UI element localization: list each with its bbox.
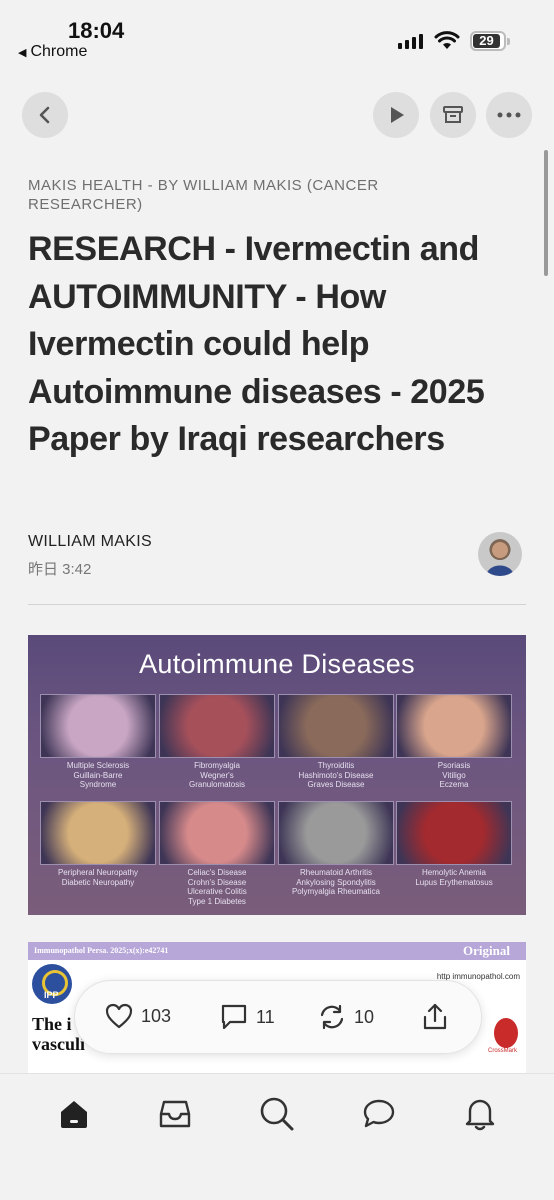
battery-icon: 29 bbox=[470, 31, 510, 51]
search-icon bbox=[260, 1097, 294, 1131]
status-time: 18:04 bbox=[68, 18, 125, 43]
disease-caption: Celiac's Disease Crohn's Disease Ulcerat… bbox=[187, 868, 247, 906]
divider bbox=[28, 604, 526, 605]
tab-search[interactable] bbox=[255, 1092, 299, 1136]
back-icon bbox=[39, 106, 50, 124]
like-button[interactable]: 103 bbox=[105, 1003, 171, 1029]
disease-tile bbox=[278, 801, 394, 865]
disease-caption: Rheumatoid Arthritis Ankylosing Spondyli… bbox=[291, 868, 381, 896]
tab-chat[interactable] bbox=[357, 1092, 401, 1136]
publication-name[interactable]: MAKIS HEALTH - BY WILLIAM MAKIS (CANCER … bbox=[28, 176, 468, 214]
autoimmune-diseases-image[interactable]: Autoimmune Diseases Multiple Sclerosis G… bbox=[28, 635, 526, 915]
more-icon bbox=[497, 112, 521, 118]
avatar[interactable] bbox=[478, 532, 522, 576]
disease-caption: Multiple Sclerosis Guillain-Barre Syndro… bbox=[66, 761, 130, 789]
disease-tile bbox=[159, 801, 275, 865]
disease-caption: Fibromyalgia Wegner's Granulomatosis bbox=[188, 761, 246, 789]
back-to-app-link[interactable]: ◀ Chrome bbox=[18, 43, 87, 61]
disease-tile bbox=[396, 801, 512, 865]
post-date: 昨日 3:42 bbox=[28, 561, 92, 578]
scrollbar[interactable] bbox=[544, 150, 548, 276]
tab-bar bbox=[0, 1073, 554, 1200]
journal-citation: Immunopathol Persa. 2025;x(x):e42741 bbox=[34, 946, 169, 955]
article-type-label: Original bbox=[463, 943, 510, 958]
comment-count: 11 bbox=[256, 1006, 275, 1027]
journal-logo-text: IPP bbox=[44, 990, 59, 1000]
signal-icon bbox=[398, 34, 423, 49]
disease-caption: Thyroiditis Hashimoto's Disease Graves D… bbox=[298, 761, 374, 789]
crossmark-logo bbox=[494, 1018, 518, 1048]
share-icon bbox=[423, 1003, 447, 1030]
author-name[interactable]: WILLIAM MAKIS bbox=[28, 533, 152, 551]
tab-home[interactable] bbox=[52, 1092, 96, 1136]
restack-count: 10 bbox=[354, 1006, 375, 1027]
disease-tile bbox=[40, 694, 156, 758]
disease-caption: Psoriasis Vitiligo Eczema bbox=[437, 761, 471, 789]
disease-tile bbox=[40, 801, 156, 865]
bell-icon bbox=[465, 1099, 495, 1131]
image-title: Autoimmune Diseases bbox=[139, 649, 415, 679]
disease-tile bbox=[396, 694, 512, 758]
inbox-icon bbox=[159, 1100, 191, 1128]
battery-level: 29 bbox=[473, 34, 500, 48]
back-app-label: Chrome bbox=[30, 43, 88, 60]
back-triangle-icon: ◀ bbox=[18, 46, 27, 59]
disease-tile bbox=[159, 694, 275, 758]
back-button[interactable] bbox=[22, 92, 68, 138]
play-button[interactable] bbox=[373, 92, 419, 138]
comment-icon bbox=[221, 1004, 247, 1030]
restack-button[interactable]: 10 bbox=[318, 1003, 374, 1031]
play-icon bbox=[391, 107, 404, 123]
share-button[interactable] bbox=[422, 1003, 448, 1031]
reaction-bar: 103 11 10 bbox=[74, 980, 482, 1054]
comment-button[interactable]: 11 bbox=[220, 1003, 275, 1031]
disease-tile bbox=[278, 694, 394, 758]
more-button[interactable] bbox=[486, 92, 532, 138]
archive-button[interactable] bbox=[430, 92, 476, 138]
tab-inbox[interactable] bbox=[153, 1092, 197, 1136]
disease-caption: Hemolytic Anemia Lupus Erythematosus bbox=[415, 868, 493, 887]
crossmark-label: CrossMark bbox=[488, 1048, 518, 1054]
heart-icon bbox=[105, 1003, 133, 1029]
tab-notifications[interactable] bbox=[458, 1092, 502, 1136]
like-count: 103 bbox=[141, 1005, 172, 1026]
disease-caption: Peripheral Neuropathy Diabetic Neuropath… bbox=[57, 868, 139, 887]
wifi-icon bbox=[434, 31, 460, 49]
archive-icon bbox=[443, 106, 463, 123]
status-bar: 18:04 ◀ Chrome 29 bbox=[0, 0, 554, 66]
home-icon bbox=[61, 1101, 87, 1128]
chat-icon bbox=[363, 1099, 395, 1128]
restack-icon bbox=[320, 1004, 344, 1030]
article-title: RESEARCH - Ivermectin and AUTOIMMUNITY -… bbox=[28, 230, 485, 458]
journal-band: Immunopathol Persa. 2025;x(x):e42741 Ori… bbox=[28, 942, 526, 960]
